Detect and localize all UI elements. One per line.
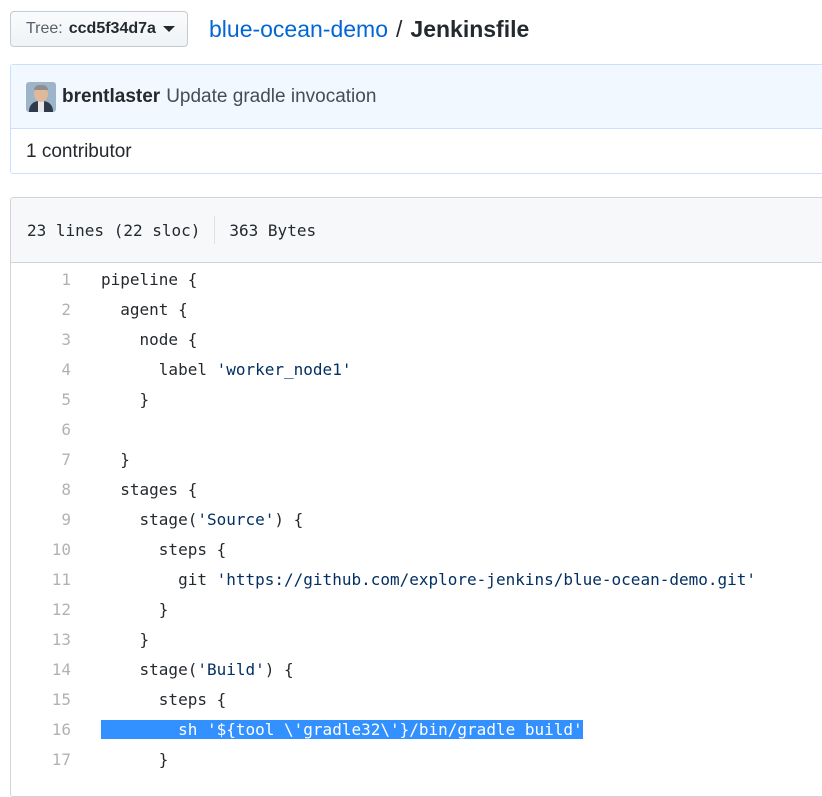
breadcrumb-repo-link[interactable]: blue-ocean-demo	[209, 16, 388, 42]
line-number[interactable]: 3	[11, 330, 71, 349]
code-text: node {	[101, 329, 198, 349]
line-number[interactable]: 9	[11, 510, 71, 529]
file-header: 23 lines (22 sloc) 363 Bytes	[11, 198, 822, 263]
tree-prefix-label: Tree:	[26, 20, 63, 37]
code-token: }	[101, 599, 169, 619]
code-token: git	[101, 569, 217, 589]
code-string-token: 'Build'	[197, 659, 265, 679]
file-viewer: 23 lines (22 sloc) 363 Bytes 1 pipeline {…	[10, 197, 822, 797]
code-text: stages {	[101, 480, 197, 499]
code-token: stage(	[101, 509, 198, 529]
code-line: 9 stage('Source') {	[11, 504, 822, 534]
code-text: steps {	[101, 690, 226, 709]
code-token: node {	[101, 329, 198, 349]
code-text: agent {	[101, 299, 188, 319]
code-token: }	[101, 389, 150, 409]
code-line: 7 }	[11, 444, 822, 474]
contributors-count[interactable]: 1 contributor	[26, 141, 132, 163]
latest-commit-box: brentlaster Update gradle invocation 1 c…	[10, 64, 822, 174]
line-number[interactable]: 7	[11, 450, 71, 469]
code-token: }	[101, 629, 150, 649]
code-line: 16 sh '${tool \'gradle32\'}/bin/gradle b…	[11, 714, 822, 744]
code-line: 15 steps {	[11, 684, 822, 714]
code-line: 14 stage('Build') {	[11, 654, 822, 684]
code-text: stage('Source') {	[101, 509, 304, 529]
line-number[interactable]: 2	[11, 300, 71, 319]
code-text: label 'worker_node1'	[101, 359, 352, 379]
line-number[interactable]: 15	[11, 690, 71, 709]
code-line: 11 git 'https://github.com/explore-jenki…	[11, 564, 822, 594]
code-line: 3 node {	[11, 324, 822, 354]
code-token: stages {	[101, 479, 198, 499]
line-number[interactable]: 10	[11, 540, 71, 559]
selected-code-text: sh '${tool \'gradle32\'}/bin/gradle buil…	[101, 719, 583, 739]
code-token: agent {	[101, 299, 188, 319]
file-navigation: Tree: ccd5f34d7a blue-ocean-demo / Jenkins…	[0, 0, 822, 60]
code-token: stage(	[101, 659, 198, 679]
tree-sha-label: ccd5f34d7a	[68, 20, 156, 37]
contributors-summary: 1 contributor	[11, 129, 822, 174]
line-number[interactable]: 6	[11, 420, 71, 439]
code-token: ) {	[274, 509, 304, 529]
line-number[interactable]: 14	[11, 660, 71, 679]
code-line: 4 label 'worker_node1'	[11, 354, 822, 384]
code-line: 17 }	[11, 744, 822, 774]
chevron-down-icon	[162, 26, 175, 32]
line-number[interactable]: 12	[11, 600, 71, 619]
file-size: 363 Bytes	[229, 220, 317, 240]
line-number[interactable]: 16	[11, 720, 71, 739]
code-line: 12 }	[11, 594, 822, 624]
code-text: stage('Build') {	[101, 660, 294, 679]
code-token: sh '${tool \'gradle32\'}/bin/gradle buil…	[101, 719, 583, 739]
code-line: 5 }	[11, 384, 822, 414]
code-string-token: 'https://github.com/explore-jenkins/blue…	[216, 569, 757, 589]
file-info-divider	[214, 216, 216, 244]
code-text: steps {	[101, 540, 226, 559]
branch-select-button[interactable]: Tree: ccd5f34d7a	[10, 11, 188, 47]
code-token: }	[101, 449, 130, 469]
code-line: 2 agent {	[11, 294, 822, 324]
code-token: steps {	[101, 539, 227, 559]
code-string-token: 'Source'	[197, 509, 275, 529]
code-token: }	[101, 749, 169, 769]
breadcrumb: blue-ocean-demo / Jenkinsfile	[209, 13, 529, 45]
code-line: 13 }	[11, 624, 822, 654]
line-number[interactable]: 13	[11, 630, 71, 649]
code-text: }	[101, 389, 150, 409]
code-token: label	[101, 359, 217, 379]
code-line: 10 steps {	[11, 534, 822, 564]
code-token: steps {	[101, 689, 227, 709]
code-text: }	[101, 749, 169, 769]
code-string-token: 'worker_node1'	[216, 359, 352, 379]
code-text: git 'https://github.com/explore-jenkins/…	[101, 570, 756, 589]
code-line: 8 stages {	[11, 474, 822, 504]
code-listing[interactable]: 1 pipeline {2 agent {3 node {4 label 'wor…	[11, 263, 822, 774]
line-number[interactable]: 5	[11, 390, 71, 409]
code-text: pipeline {	[101, 270, 197, 289]
breadcrumb-file-name: Jenkinsfile	[410, 16, 530, 42]
code-line: 1 pipeline {	[11, 264, 822, 294]
line-number[interactable]: 11	[11, 570, 71, 589]
line-number[interactable]: 1	[11, 270, 71, 289]
code-token: pipeline {	[101, 269, 198, 289]
code-token: ) {	[264, 659, 294, 679]
avatar[interactable]	[26, 81, 56, 112]
line-number[interactable]: 17	[11, 750, 71, 769]
commit-info: brentlaster Update gradle invocation	[11, 65, 822, 129]
line-number[interactable]: 8	[11, 480, 71, 499]
code-line: 6	[11, 414, 822, 444]
code-text: }	[101, 599, 169, 619]
code-text: }	[101, 629, 150, 649]
line-number[interactable]: 4	[11, 360, 71, 379]
commit-message-link[interactable]: Update gradle invocation	[166, 86, 376, 108]
commit-author-link[interactable]: brentlaster	[62, 86, 160, 108]
code-text: }	[101, 450, 130, 469]
breadcrumb-separator: /	[396, 16, 403, 42]
file-lines-info: 23 lines (22 sloc)	[27, 220, 201, 240]
